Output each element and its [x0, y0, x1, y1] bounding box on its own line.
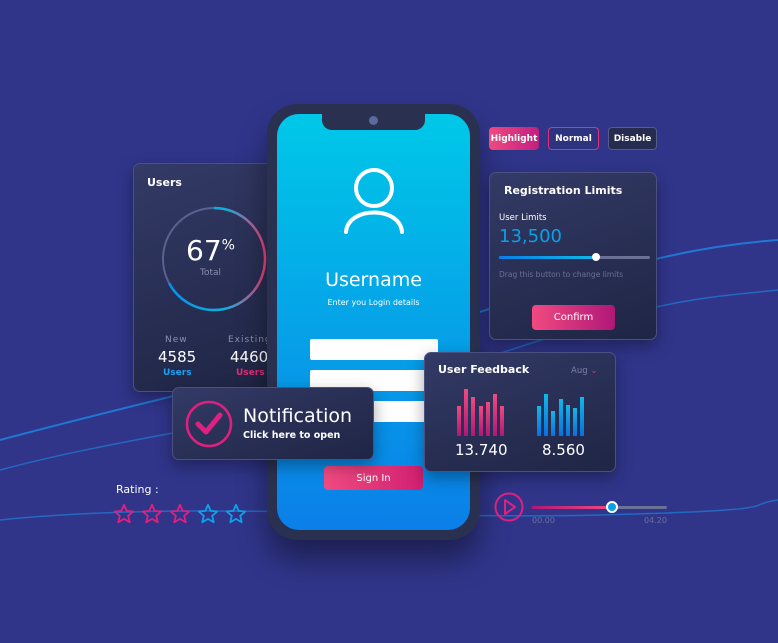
- month-value: Aug: [571, 366, 588, 376]
- player-thumb[interactable]: [605, 501, 618, 513]
- users-title: Users: [147, 176, 182, 189]
- slider-thumb[interactable]: [591, 253, 600, 261]
- star-icon[interactable]: [197, 503, 219, 525]
- feedback-bar: [537, 405, 541, 436]
- feedback-card: User Feedback Aug ⌄ 13.740 8.560: [424, 352, 616, 472]
- existing-value: 4460: [230, 348, 269, 366]
- username-title: Username: [325, 269, 422, 291]
- player-end-time: 04.20: [644, 516, 667, 525]
- limits-hint: Drag this button to change limits: [499, 270, 624, 279]
- feedback-bar: [565, 404, 570, 436]
- user-icon: [344, 168, 404, 234]
- month-dropdown[interactable]: Aug ⌄: [571, 366, 597, 376]
- new-label: New: [165, 335, 188, 345]
- disable-button[interactable]: Disable: [608, 127, 657, 150]
- feedback-bar: [493, 394, 497, 436]
- star-icon[interactable]: [113, 503, 135, 525]
- registration-card: Registration Limits User Limits 13,500 D…: [489, 172, 657, 340]
- feedback-bar: [471, 396, 476, 436]
- rating-label: Rating :: [116, 483, 159, 496]
- user-limits-label: User Limits: [499, 213, 547, 223]
- highlight-button[interactable]: Highlight: [489, 127, 539, 150]
- sign-in-button[interactable]: Sign In: [324, 466, 423, 490]
- users-percent: 67%: [186, 234, 235, 267]
- check-circle-icon: [185, 400, 233, 448]
- blue-value: 8.560: [542, 441, 585, 459]
- login-subtitle: Enter you Login details: [327, 298, 420, 307]
- notification-subtitle: Click here to open: [243, 430, 341, 441]
- notification-card[interactable]: Notification Click here to open: [172, 387, 374, 460]
- existing-unit: Users: [236, 368, 265, 378]
- feedback-bar: [457, 405, 461, 436]
- player-start-time: 00.00: [532, 516, 555, 525]
- feedback-title: User Feedback: [438, 363, 530, 376]
- star-icon[interactable]: [225, 503, 247, 525]
- feedback-bar: [464, 389, 469, 436]
- feedback-bar: [558, 399, 563, 436]
- feedback-bar: [580, 397, 585, 436]
- star-icon[interactable]: [141, 503, 163, 525]
- normal-button[interactable]: Normal: [548, 127, 599, 150]
- feedback-bar: [544, 394, 549, 436]
- phone-notch: [322, 114, 425, 130]
- feedback-bar: [573, 408, 577, 436]
- user-limits-value: 13,500: [499, 226, 562, 247]
- pink-bar-chart: [457, 388, 507, 436]
- username-input[interactable]: [310, 339, 438, 360]
- limits-slider[interactable]: [499, 253, 650, 261]
- star-rating[interactable]: [113, 503, 247, 525]
- percent-sign: %: [221, 237, 235, 254]
- chevron-down-icon: ⌄: [590, 366, 598, 376]
- blue-bar-chart: [537, 388, 587, 436]
- notification-title: Notification: [243, 405, 353, 427]
- percent-value: 67: [186, 234, 222, 267]
- total-label: Total: [200, 268, 222, 278]
- feedback-bar: [478, 405, 483, 436]
- star-icon[interactable]: [169, 503, 191, 525]
- confirm-button[interactable]: Confirm: [532, 305, 615, 330]
- feedback-bar: [551, 410, 556, 436]
- new-value: 4585: [158, 348, 197, 366]
- registration-title: Registration Limits: [504, 184, 623, 197]
- player-track[interactable]: [532, 501, 667, 513]
- users-card: Users 67% Total New 4585 Users Existing …: [133, 163, 283, 392]
- feedback-bar: [485, 402, 490, 436]
- existing-label: Existing: [228, 335, 272, 345]
- play-button[interactable]: [494, 492, 524, 522]
- new-unit: Users: [163, 368, 192, 378]
- feedback-bar: [500, 405, 505, 436]
- pink-value: 13.740: [455, 441, 508, 459]
